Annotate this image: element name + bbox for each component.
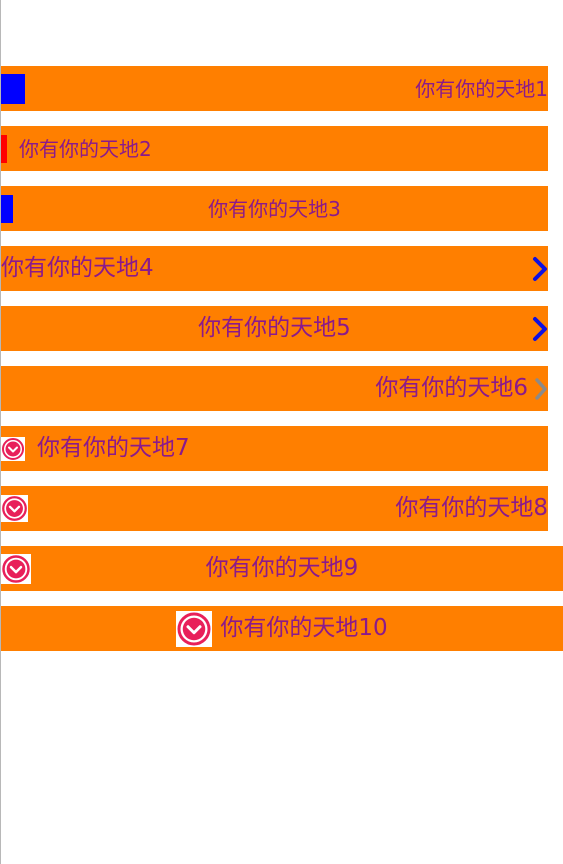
screen: 你有你的天地1 你有你的天地2 你有你的天地3 你有你的天地4 你有你的天地5 … xyxy=(0,0,563,864)
list-row-3[interactable]: 你有你的天地3 xyxy=(1,186,548,231)
list-row-5[interactable]: 你有你的天地5 xyxy=(1,306,548,351)
heart-badge-icon xyxy=(176,610,213,647)
row-label-6: 你有你的天地6 xyxy=(375,375,528,401)
heart-badge-icon xyxy=(1,436,25,461)
row-label-8: 你有你的天地8 xyxy=(395,495,548,521)
blue-square-icon xyxy=(1,73,25,104)
list-row-7[interactable]: 你有你的天地7 xyxy=(1,426,548,471)
row-label-7: 你有你的天地7 xyxy=(37,435,190,461)
row-label-4: 你有你的天地4 xyxy=(1,255,154,281)
chevron-right-icon xyxy=(532,256,548,282)
row-label-3: 你有你的天地3 xyxy=(208,196,341,221)
row-label-2: 你有你的天地2 xyxy=(19,136,152,161)
list-row-9[interactable]: 你有你的天地9 xyxy=(1,546,563,591)
heart-badge-icon xyxy=(1,495,28,522)
list-row-6[interactable]: 你有你的天地6 xyxy=(1,366,548,411)
row-label-10: 你有你的天地10 xyxy=(220,615,388,641)
list-row-2[interactable]: 你有你的天地2 xyxy=(1,126,548,171)
list-row-10[interactable]: 你有你的天地10 xyxy=(1,606,563,651)
row-label-9: 你有你的天地9 xyxy=(205,555,359,581)
red-bar-icon xyxy=(1,134,7,163)
list-row-4[interactable]: 你有你的天地4 xyxy=(1,246,548,291)
row-label-5: 你有你的天地5 xyxy=(198,315,351,341)
list-row-8[interactable]: 你有你的天地8 xyxy=(1,486,548,531)
row-label-1: 你有你的天地1 xyxy=(415,76,548,101)
list-row-1[interactable]: 你有你的天地1 xyxy=(1,66,548,111)
chevron-right-icon xyxy=(534,377,548,401)
